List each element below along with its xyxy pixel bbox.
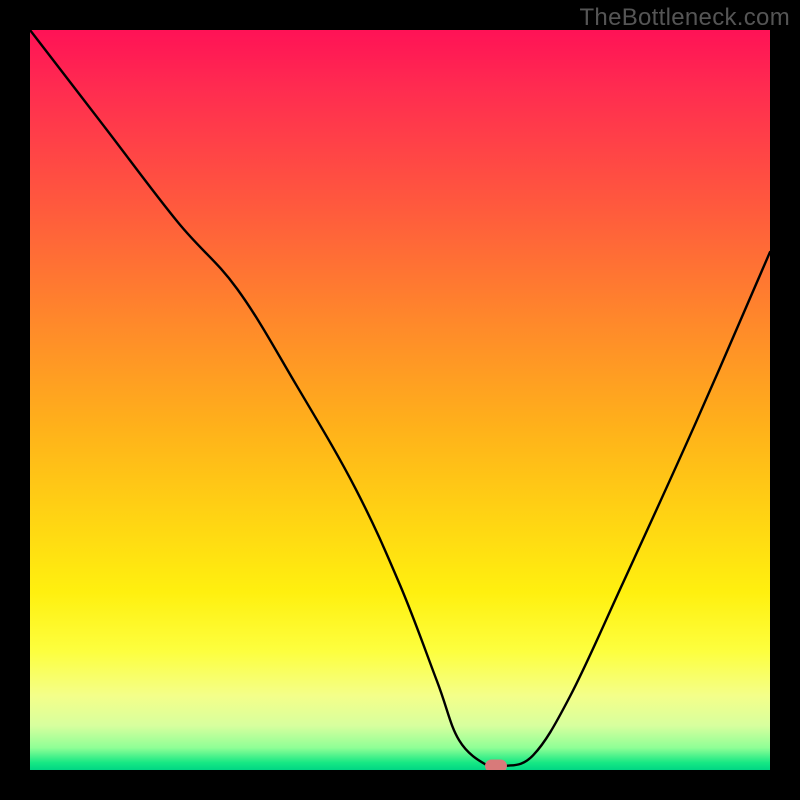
plot-area	[30, 30, 770, 770]
watermark-text: TheBottleneck.com	[579, 4, 790, 32]
optimal-point-marker	[485, 760, 507, 770]
chart-container: TheBottleneck.com	[0, 0, 800, 800]
bottleneck-curve	[30, 30, 770, 770]
